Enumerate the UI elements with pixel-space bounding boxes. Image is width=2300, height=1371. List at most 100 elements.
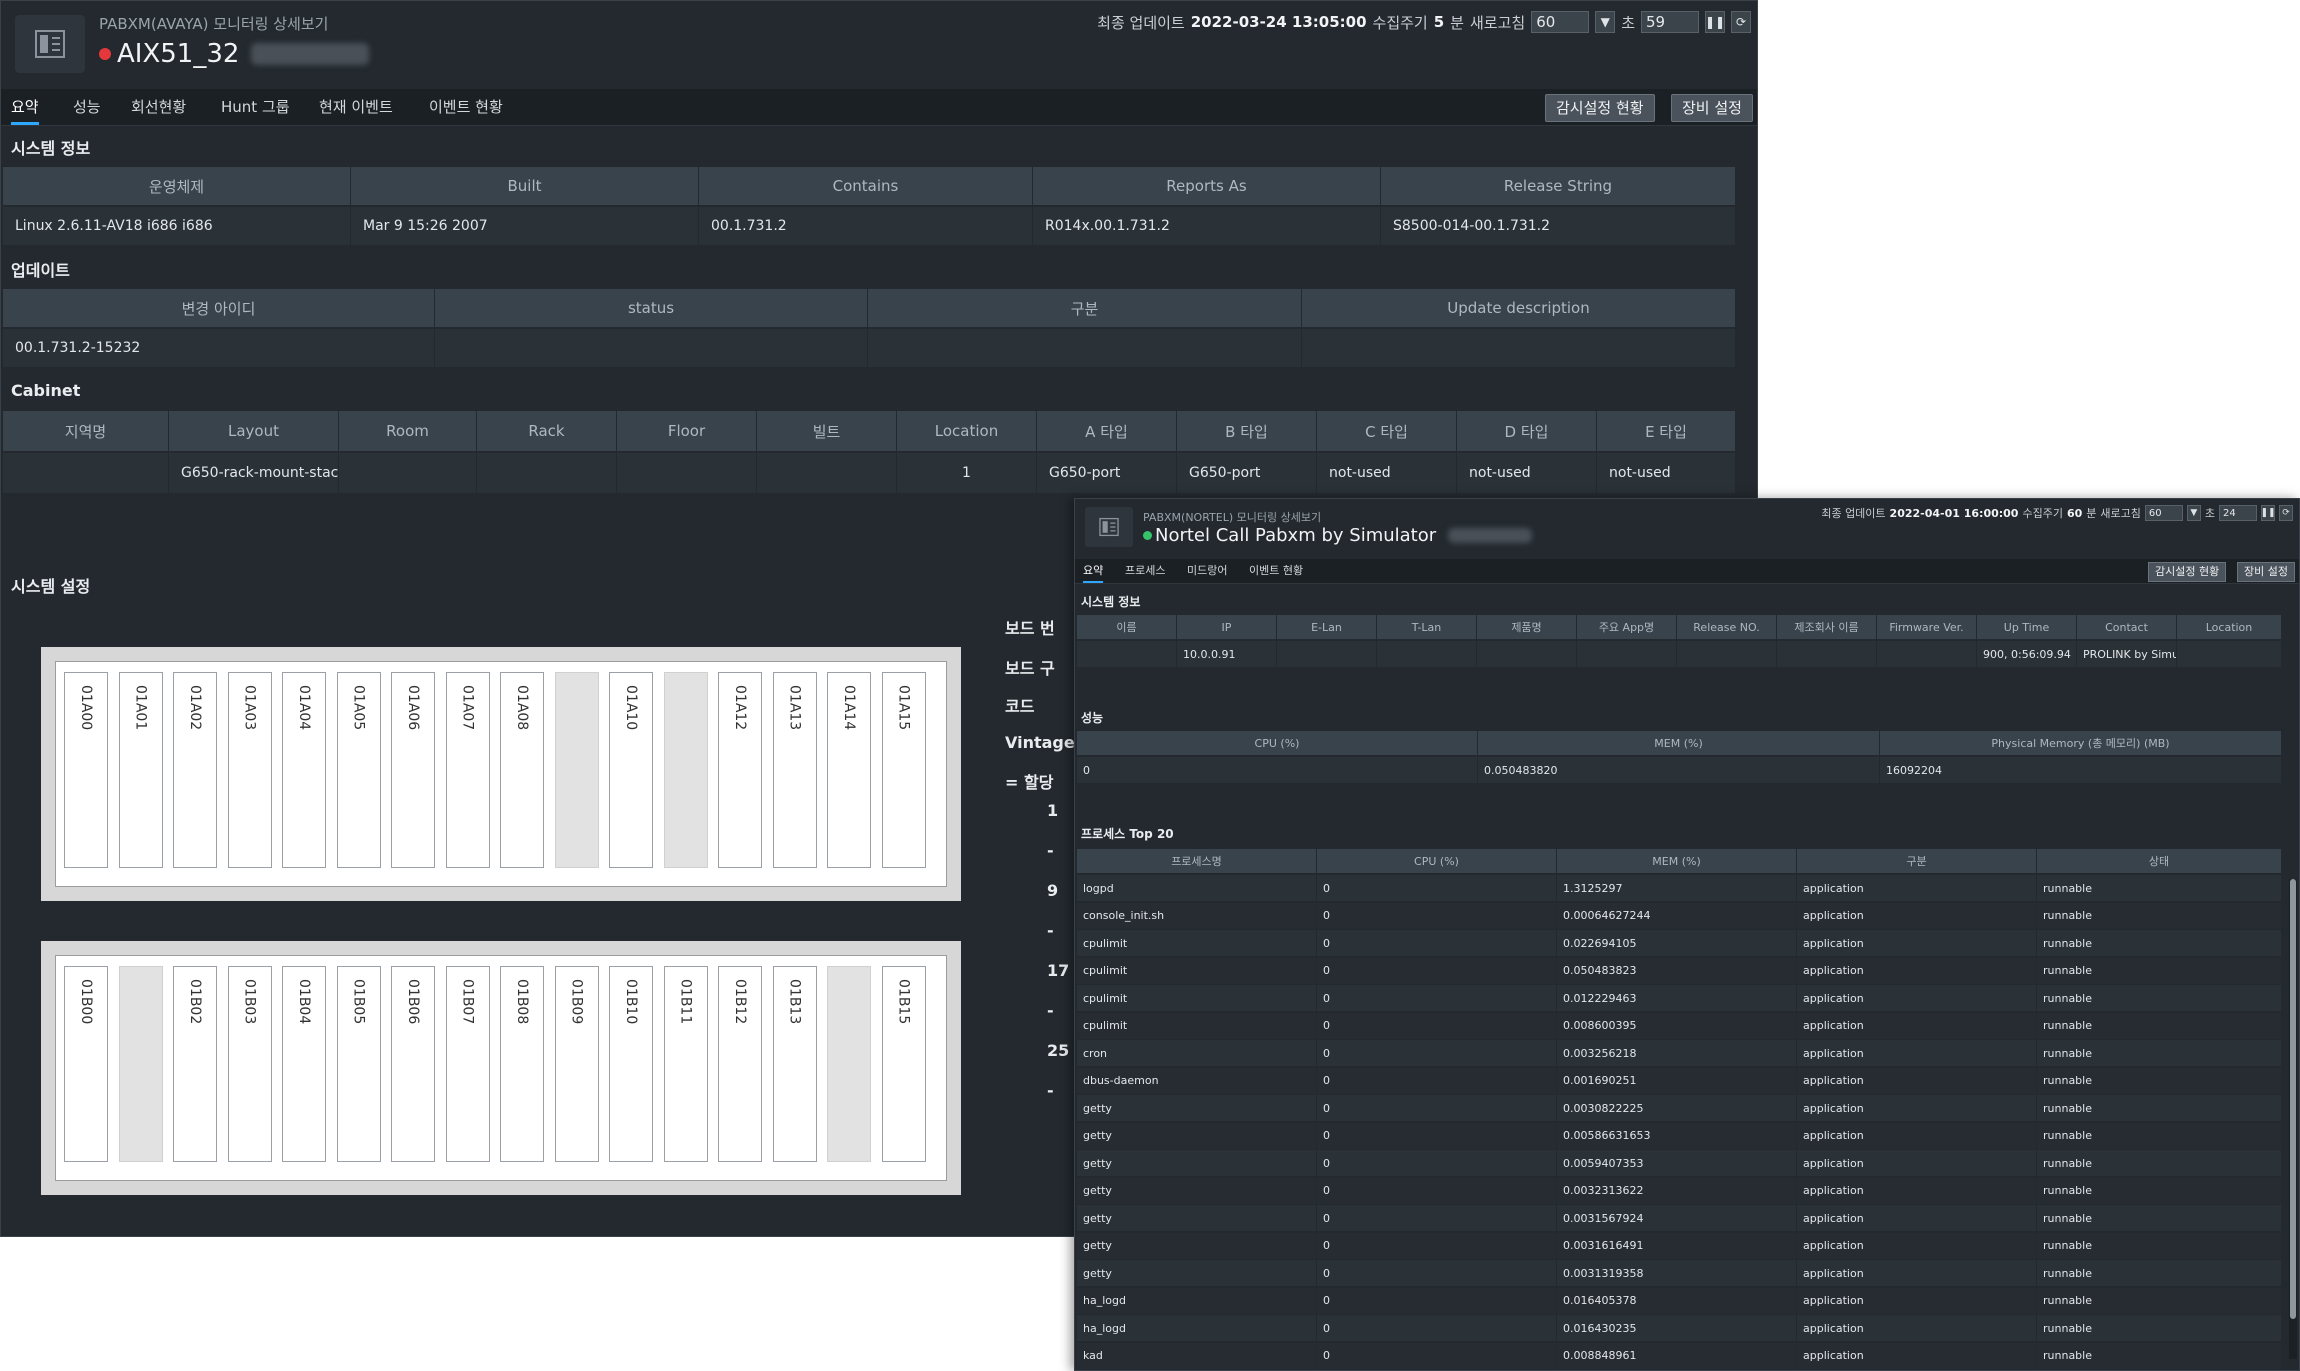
table-header: 운영체제 Built Contains Reports As Release S… (3, 167, 1736, 205)
column-header: status (435, 289, 868, 327)
board-slot[interactable]: 01A10 (609, 672, 653, 868)
pause-icon[interactable]: ❚❚ (1705, 11, 1725, 33)
board-slot[interactable]: 01A01 (118, 672, 163, 868)
perf-table: CPU (%) MEM (%) Physical Memory (총 메모리) … (1077, 731, 2282, 785)
table-row[interactable]: logpd 0 1.3125297 application runnable (1077, 875, 2282, 901)
table-cell: runnable (2037, 1095, 2282, 1121)
countdown-field: 59 (1641, 11, 1699, 33)
tab-current-event[interactable]: 현재 이벤트 (319, 89, 393, 125)
table-row[interactable]: cpulimit 0 0.008600395 application runnable (1077, 1012, 2282, 1039)
refresh-icon[interactable]: ⟳ (2279, 505, 2293, 521)
table-row[interactable]: getty 0 0.0031616491 application runnable (1077, 1232, 2282, 1259)
pause-icon[interactable]: ❚❚ (2260, 505, 2276, 521)
table-row[interactable]: cpulimit 0 0.050483823 application runnable (1077, 957, 2282, 984)
tab-lines[interactable]: 회선현황 (131, 89, 186, 125)
table-row[interactable]: dbus-daemon 0 0.001690251 application runnab… (1077, 1067, 2282, 1094)
board-slot[interactable]: 01A03 (227, 672, 272, 868)
board-slot[interactable]: 01B06 (391, 966, 435, 1162)
refresh-select[interactable]: 60 (2144, 505, 2183, 521)
tab-middleware[interactable]: 미드랑어 (1187, 559, 1227, 583)
scroll-thumb[interactable] (2290, 879, 2296, 1319)
board-slot[interactable]: 01A04 (282, 672, 326, 868)
nortel-monitor-window: PABXM(NORTEL) 모니터링 상세보기 Nortel Call Pabx… (1074, 498, 2300, 1371)
countdown-value: 24 (2223, 507, 2236, 519)
board-slot[interactable]: 01B09 (554, 966, 599, 1162)
table-cell: getty (1077, 1177, 1317, 1204)
proc-scrollbar[interactable] (2289, 879, 2297, 1359)
table-row[interactable]: cpulimit 0 0.012229463 application runnable (1077, 985, 2282, 1011)
table-cell: runnable (2037, 1205, 2282, 1231)
column-header: 상태 (2037, 849, 2282, 873)
board-slot[interactable]: 01B04 (282, 966, 326, 1162)
board-slot-label: 01B04 (296, 979, 312, 1025)
table-cell: runnable (2037, 957, 2282, 984)
table-row[interactable]: ha_logd 0 0.016405378 application runnable (1077, 1287, 2282, 1314)
tab-summary[interactable]: 요약 (11, 89, 39, 125)
tab-process[interactable]: 프로세스 (1125, 559, 1165, 583)
table-cell: 0 (1317, 1067, 1557, 1094)
board-slot[interactable]: 01B07 (445, 966, 490, 1162)
tab-event-status[interactable]: 이벤트 현황 (1249, 559, 1303, 583)
device-setting-button[interactable]: 장비 설정 (2237, 562, 2295, 582)
device-setting-button[interactable]: 장비 설정 (1671, 94, 1753, 122)
chevron-down-icon[interactable]: ▼ (2186, 505, 2201, 521)
board-slot[interactable]: 01B05 (336, 966, 381, 1162)
table-row[interactable]: getty 0 0.00586631653 application runnable (1077, 1122, 2282, 1149)
tab-event-status[interactable]: 이벤트 현황 (429, 89, 503, 125)
board-slot[interactable]: 01A00 (64, 672, 108, 868)
table-cell (1877, 641, 1977, 667)
table-cell: application (1797, 985, 2037, 1011)
monitor-setting-button[interactable]: 감시설정 현황 (2148, 562, 2227, 582)
table-row[interactable]: ha_logd 0 0.016430235 application runnable (1077, 1315, 2282, 1341)
monitor-setting-button[interactable]: 감시설정 현황 (1545, 94, 1655, 122)
board-slot[interactable]: 01A13 (772, 672, 817, 868)
board-slot-empty[interactable] (827, 966, 871, 1162)
board-slot[interactable]: 01B12 (718, 966, 762, 1162)
table-row[interactable]: getty 0 0.0032313622 application runnable (1077, 1177, 2282, 1204)
tab-summary[interactable]: 요약 (1083, 559, 1104, 583)
table-row[interactable]: console_init.sh 0 0.00064627244 application… (1077, 902, 2282, 929)
board-slot[interactable]: 01A14 (827, 672, 871, 868)
refresh-icon[interactable]: ⟳ (1731, 11, 1751, 33)
table-row[interactable]: cpulimit 0 0.022694105 application runnable (1077, 930, 2282, 956)
table-cell: console_init.sh (1077, 902, 1317, 929)
board-slot[interactable]: 01A02 (173, 672, 217, 868)
column-header: B 타입 (1177, 411, 1317, 451)
board-slot[interactable]: 01B10 (609, 966, 653, 1162)
board-slot-label: 01A04 (296, 685, 312, 731)
table-cell: 0.008600395 (1557, 1012, 1797, 1039)
board-slot[interactable]: 01A05 (336, 672, 381, 868)
board-slot[interactable]: 01B03 (227, 966, 272, 1162)
board-slot[interactable]: 01B00 (64, 966, 108, 1162)
board-slot-empty[interactable] (118, 966, 163, 1162)
table-row[interactable]: getty 0 0.0031319358 application runnable (1077, 1260, 2282, 1286)
table-row[interactable]: getty 0 0.0059407353 application runnable (1077, 1150, 2282, 1176)
table-cell (339, 453, 477, 493)
window-subtitle: PABXM(AVAYA) 모니터링 상세보기 (99, 15, 329, 33)
column-header: 지역명 (3, 411, 169, 451)
board-slot[interactable]: 01A06 (391, 672, 435, 868)
table-row[interactable]: cron 0 0.003256218 application runnable (1077, 1040, 2282, 1066)
column-header: Up Time (1977, 615, 2077, 639)
board-slot[interactable]: 01B08 (500, 966, 544, 1162)
board-slot[interactable]: 01A15 (881, 672, 926, 868)
board-slot[interactable]: 01B11 (663, 966, 708, 1162)
table-cell: cron (1077, 1040, 1317, 1066)
table-row[interactable]: getty 0 0.0031567924 application runnable (1077, 1205, 2282, 1231)
refresh-select[interactable]: 60 (1531, 11, 1590, 33)
table-row[interactable]: kad 0 0.008848961 application runnable (1077, 1342, 2282, 1369)
board-slot[interactable]: 01B02 (173, 966, 217, 1162)
board-slot[interactable]: 01A12 (718, 672, 762, 868)
board-slot[interactable]: 01B15 (881, 966, 926, 1162)
tab-performance[interactable]: 성능 (73, 89, 101, 125)
board-slot-empty[interactable] (663, 672, 708, 868)
board-slot[interactable]: 01A08 (500, 672, 544, 868)
table-cell: application (1797, 1287, 2037, 1314)
board-slot[interactable]: 01B13 (772, 966, 817, 1162)
chevron-down-icon[interactable]: ▼ (1595, 11, 1616, 33)
tab-hunt-group[interactable]: Hunt 그룹 (221, 89, 290, 125)
board-slot[interactable]: 01A07 (445, 672, 490, 868)
board-slot-empty[interactable] (554, 672, 599, 868)
table-row[interactable]: getty 0 0.0030822225 application runnable (1077, 1095, 2282, 1121)
board-slot-label: 01A07 (459, 685, 476, 731)
